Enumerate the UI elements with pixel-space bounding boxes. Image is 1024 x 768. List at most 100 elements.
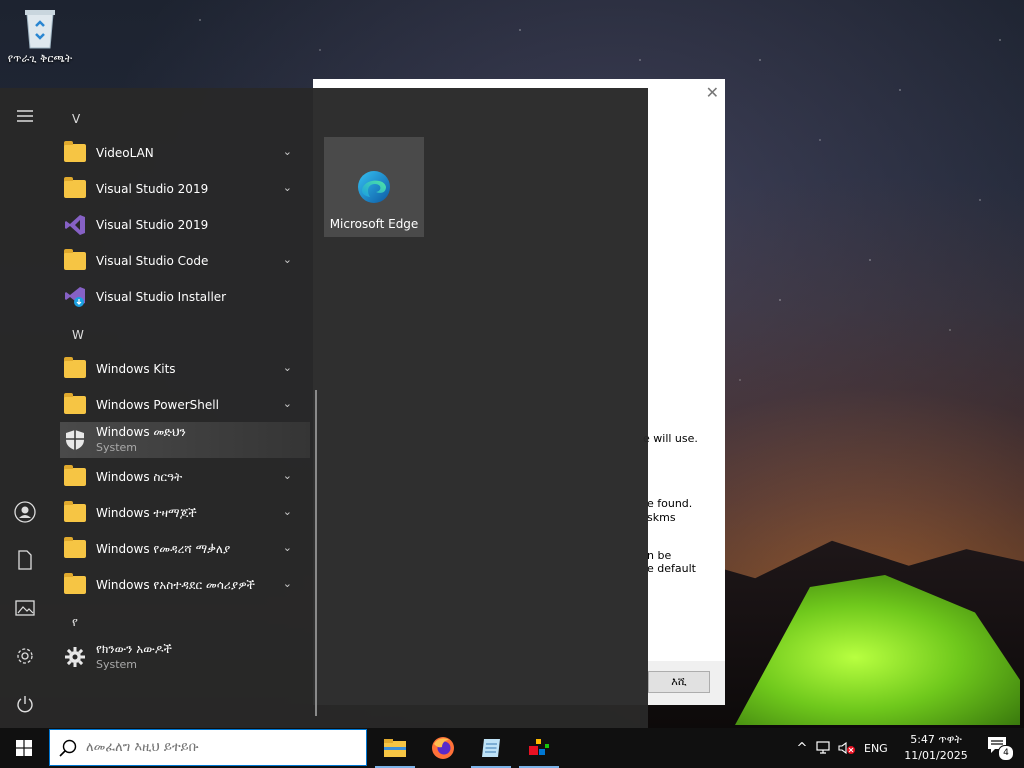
input-language-indicator[interactable]: ENG [864,742,888,755]
folder-icon [64,177,86,198]
app-item-windows-kits[interactable]: Windows Kits ⌄ [60,351,310,387]
taskbar-clock[interactable]: 5:47 ጥዋት 11/01/2025 [896,732,976,764]
folder-icon [64,537,86,558]
start-menu-rail [0,88,50,728]
app-item-label: Windows Kits [96,362,176,376]
folder-icon [64,393,86,414]
search-icon [59,739,77,757]
chevron-down-icon: ⌄ [282,397,292,410]
search-input[interactable] [84,739,338,756]
dialog-text-fragment: e default [647,562,696,575]
start-app-list: V VideoLAN ⌄ Visual Studio 2019 ⌄ Visual… [50,88,318,728]
section-letter-ye[interactable]: የ [72,615,78,630]
app-item-windows-security[interactable]: Windows መድህን System [60,422,310,458]
app-item-label: Windows መድህን [96,425,186,439]
taskbar-file-explorer[interactable] [371,728,419,768]
dialog-text-fragment: e found. [647,497,693,510]
visual-studio-icon [64,214,86,236]
app-item-windows-ease-of-access[interactable]: Windows የመዳረሻ ማቃለያ ⌄ [60,531,310,567]
folder-icon [64,357,86,378]
chevron-down-icon: ⌄ [282,469,292,482]
edge-icon [356,169,392,208]
pictures-icon[interactable] [13,596,37,620]
app-item-label: Visual Studio 2019 [96,218,209,232]
volume-muted-icon[interactable] [836,741,858,755]
close-icon[interactable]: ✕ [706,83,719,102]
chevron-down-icon: ⌄ [282,181,292,194]
folder-icon [64,501,86,522]
gear-icon [64,646,86,668]
taskbar-notepad[interactable] [467,728,515,768]
power-icon[interactable] [13,692,37,716]
app-item-label: Windows ተዛማጆች [96,505,197,520]
taskbar: ^ ENG 5:47 ጥዋት 11/01/2025 4 [0,728,1024,768]
recycle-bin-label: የጥራጊ ቅርጫት [7,52,73,65]
app-item-windows-system[interactable]: Windows ስርዓት ⌄ [60,459,310,495]
app-item-label: VideoLAN [96,146,154,160]
ok-button[interactable]: እሺ [648,671,710,693]
dialog-text-fragment: e will use. [643,432,698,445]
recycle-bin-icon [21,6,59,50]
app-item-visual-studio-code[interactable]: Visual Studio Code ⌄ [60,243,310,279]
dialog-text-fragment: n be [647,549,672,562]
folder-icon [64,573,86,594]
app-item-visual-studio-installer[interactable]: Visual Studio Installer [60,279,310,315]
app-item-visual-studio-2019[interactable]: Visual Studio 2019 [60,207,310,243]
app-item-visual-studio-2019-folder[interactable]: Visual Studio 2019 ⌄ [60,171,310,207]
hamburger-menu-icon[interactable] [13,104,37,128]
app-item-windows-accessories[interactable]: Windows ተዛማጆች ⌄ [60,495,310,531]
windows-logo-icon [16,740,32,756]
shield-icon [64,429,86,451]
app-item-label: Visual Studio Code [96,254,209,268]
app-item-label: Windows PowerShell [96,398,219,412]
notification-count-badge: 4 [998,745,1014,761]
chevron-down-icon: ⌄ [282,361,292,374]
documents-icon[interactable] [13,548,37,572]
show-hidden-icons-chevron-up-icon[interactable]: ^ [792,741,812,756]
start-menu: V VideoLAN ⌄ Visual Studio 2019 ⌄ Visual… [0,88,648,728]
file-explorer-icon [384,739,406,757]
clock-date: 11/01/2025 [904,749,968,762]
app-item-windows-admin-tools[interactable]: Windows የአስተዳደር መሳሪያዎች ⌄ [60,567,310,603]
app-item-videolan[interactable]: VideoLAN ⌄ [60,135,310,171]
app-item-label: Windows ስርዓት [96,469,183,484]
start-button[interactable] [0,728,48,768]
taskbar-search-box[interactable] [49,729,367,766]
app-item-label: የክንውን አውዶች [96,642,173,656]
notepad-icon [482,739,500,757]
user-account-icon[interactable] [13,500,37,524]
settings-gear-icon[interactable] [13,644,37,668]
app-item-label: Windows የመዳረሻ ማቃለያ [96,541,231,556]
firefox-icon [432,737,454,759]
tile-label: Microsoft Edge [329,217,419,231]
app-item-label: Windows የአስተዳደር መሳሪያዎች [96,577,256,592]
app-item-windows-powershell[interactable]: Windows PowerShell ⌄ [60,387,310,423]
chevron-down-icon: ⌄ [282,253,292,266]
clock-time: 5:47 ጥዋት [910,733,962,746]
app-list-scrollbar[interactable] [315,390,317,716]
dialog-text-fragment: skms [647,511,676,524]
visual-studio-installer-icon [64,286,86,308]
taskbar-app[interactable] [515,728,563,768]
app-item-sublabel: System [96,441,138,454]
chevron-down-icon: ⌄ [282,145,292,158]
chevron-down-icon: ⌄ [282,577,292,590]
app-item-settings[interactable]: የክንውን አውዶች System [60,639,310,675]
network-icon[interactable] [812,741,836,755]
app-item-label: Visual Studio Installer [96,290,227,304]
tile-microsoft-edge[interactable]: Microsoft Edge [324,137,424,237]
app-blocks-icon [529,739,549,755]
desktop-icon-recycle-bin[interactable]: የጥራጊ ቅርጫት [4,6,76,66]
folder-icon [64,465,86,486]
app-item-label: Visual Studio 2019 [96,182,209,196]
action-center-button[interactable]: 4 [978,728,1020,768]
app-item-sublabel: System [96,658,138,671]
section-letter-v[interactable]: V [72,112,80,126]
section-letter-w[interactable]: W [72,328,84,342]
taskbar-firefox[interactable] [419,728,467,768]
folder-icon [64,249,86,270]
system-tray: ^ ENG [792,728,888,768]
chevron-down-icon: ⌄ [282,541,292,554]
folder-icon [64,141,86,162]
chevron-down-icon: ⌄ [282,505,292,518]
